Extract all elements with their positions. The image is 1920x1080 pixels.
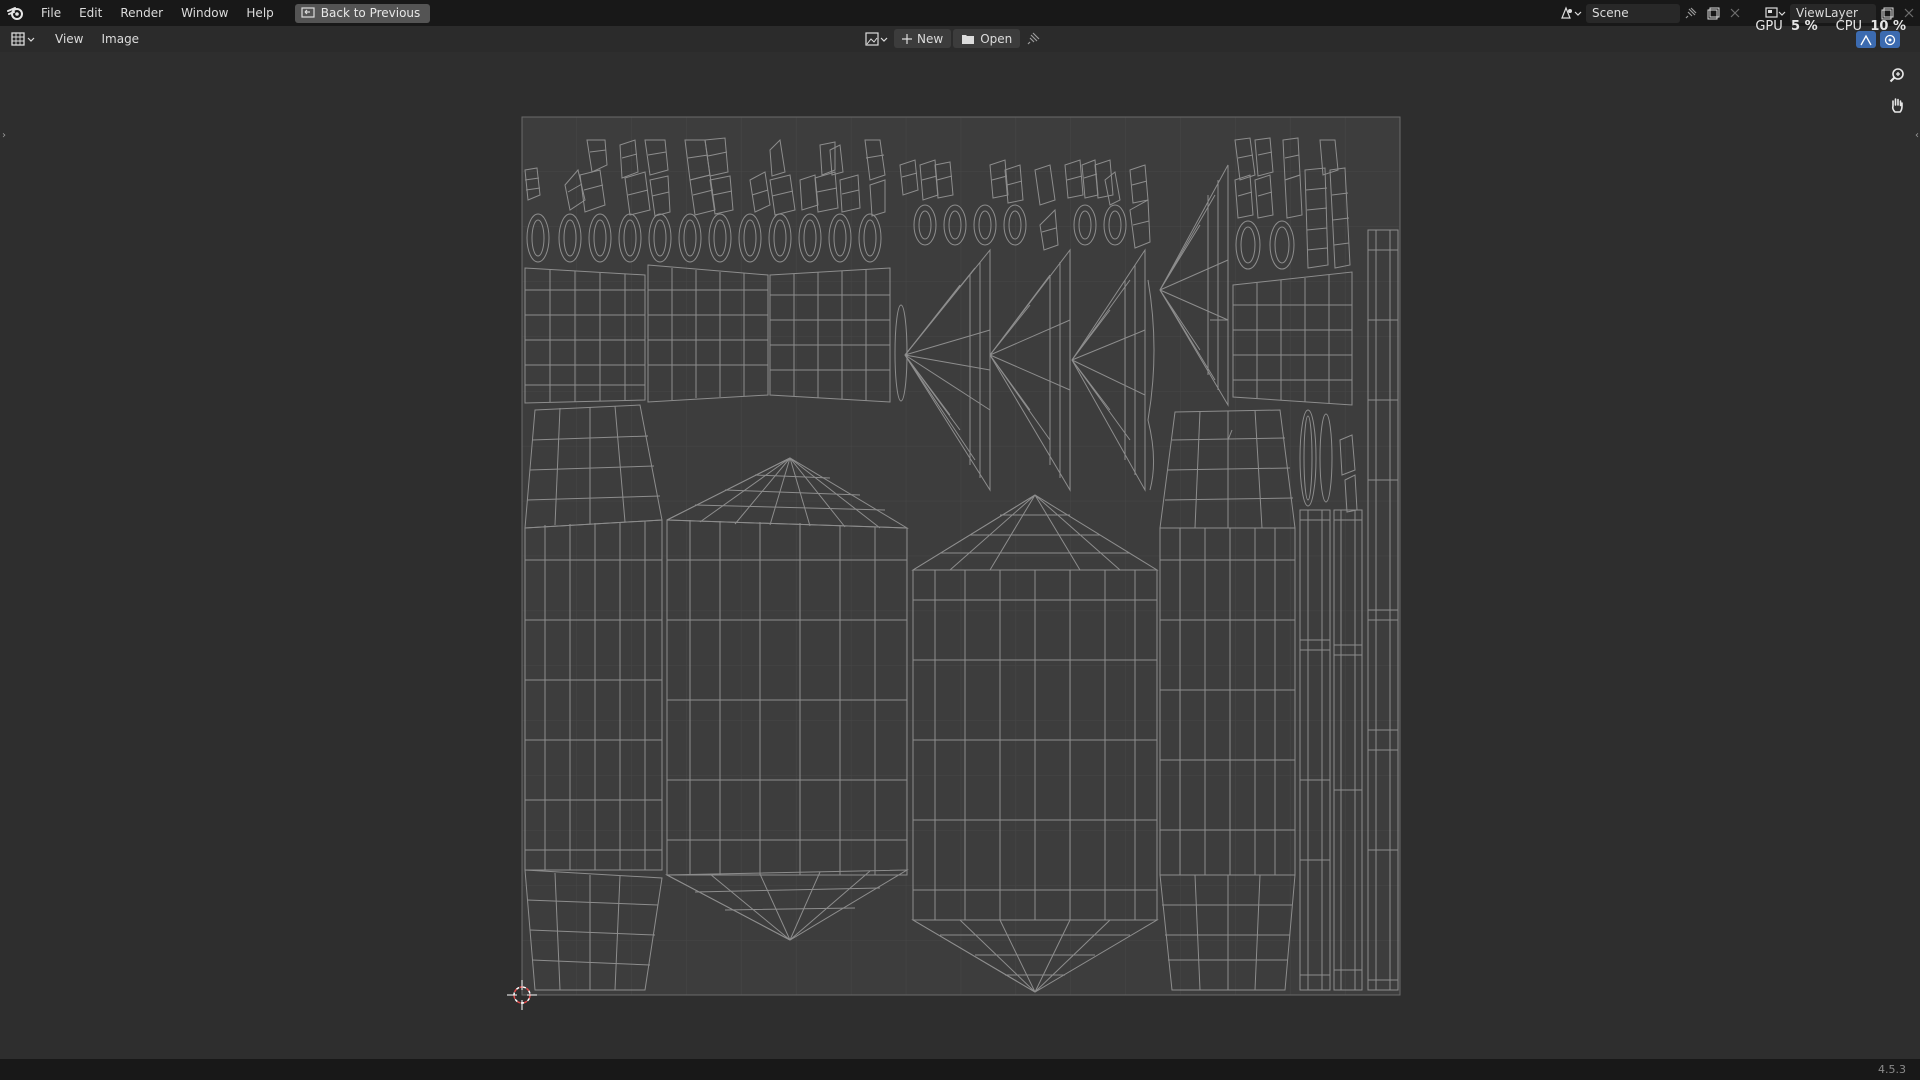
uv-grid (521, 116, 1401, 996)
scene-name-field[interactable]: Scene (1586, 3, 1680, 23)
cpu-stat: CPU 10 % (1835, 19, 1906, 34)
new-scene-icon[interactable] (1702, 4, 1724, 23)
image-datablock-controls: New Open (862, 29, 1044, 48)
browse-image-button[interactable] (862, 29, 892, 48)
image-editor-header: View Image New Open (0, 26, 1920, 52)
folder-icon (962, 34, 975, 44)
uv-canvas[interactable] (0, 52, 1920, 1059)
back-to-previous-button[interactable]: Back to Previous (294, 3, 431, 23)
menu-render[interactable]: Render (111, 6, 172, 20)
delete-scene-icon[interactable] (1724, 4, 1746, 23)
sidebar-toggle-icon[interactable]: ‹ (1915, 130, 1919, 141)
gpu-stat: GPU 5 % (1755, 19, 1818, 34)
menu-window[interactable]: Window (172, 6, 237, 20)
status-bar: 4.5.3 (0, 1059, 1920, 1080)
plus-icon (902, 33, 912, 44)
scene-name: Scene (1592, 6, 1629, 20)
version-label: 4.5.3 (1878, 1063, 1906, 1076)
back-to-previous-label: Back to Previous (320, 6, 421, 20)
hand-icon[interactable] (1884, 92, 1910, 118)
new-image-button[interactable]: New (894, 29, 952, 48)
open-image-button[interactable]: Open (953, 29, 1021, 48)
screen-back-icon (301, 7, 315, 18)
image-editor-icon (11, 32, 35, 46)
menu-help[interactable]: Help (237, 6, 282, 20)
menu-image[interactable]: Image (92, 32, 148, 46)
top-bar: File Edit Render Window Help Back to Pre… (0, 0, 1920, 26)
new-image-label: New (917, 31, 944, 46)
pin-scene-icon[interactable] (1680, 4, 1702, 23)
menu-edit[interactable]: Edit (70, 6, 111, 20)
blender-logo-icon[interactable] (0, 0, 32, 26)
pin-image-icon[interactable] (1022, 29, 1044, 48)
scene-selector-icon[interactable] (1556, 4, 1586, 23)
open-image-label: Open (980, 31, 1013, 46)
toolbar-toggle-icon[interactable]: › (2, 130, 6, 141)
zoom-icon[interactable] (1884, 62, 1910, 88)
view-layer-name: ViewLayer (1796, 6, 1858, 20)
uv-editor-viewport[interactable]: › ‹ (0, 52, 1920, 1059)
performance-stats: GPU 5 % CPU 10 % (1755, 19, 1906, 34)
menu-file[interactable]: File (32, 6, 70, 20)
editor-type-selector[interactable] (6, 30, 40, 49)
menu-view[interactable]: View (46, 32, 92, 46)
image-browse-icon (865, 31, 888, 46)
